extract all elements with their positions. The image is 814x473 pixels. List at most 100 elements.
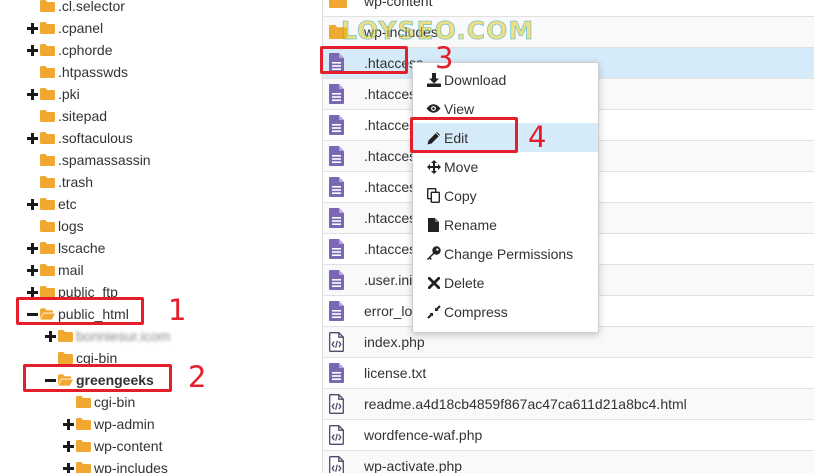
expand-toggle-plus-icon[interactable]: [25, 127, 39, 149]
tree-node[interactable]: lscache: [25, 237, 105, 259]
tree-node-label[interactable]: wp-includes: [94, 457, 168, 473]
tree-node[interactable]: bonniesur.icom: [43, 325, 170, 347]
file-name[interactable]: wp-content: [364, 0, 432, 16]
file-name[interactable]: wp-activate.php: [364, 451, 462, 473]
folder-closed-icon: [40, 0, 55, 17]
folder-closed-icon: [40, 259, 55, 281]
expand-toggle-plus-icon[interactable]: [25, 193, 39, 215]
tree-node[interactable]: .spamassassin: [25, 149, 151, 171]
tree-node[interactable]: .softaculous: [25, 127, 133, 149]
tree-node-label[interactable]: logs: [58, 215, 84, 237]
annotation-number-3: 3: [435, 41, 454, 75]
folder-closed-icon: [40, 215, 55, 237]
menu-item-move[interactable]: Move: [413, 152, 598, 181]
tree-node-label[interactable]: cgi-bin: [94, 391, 135, 413]
annotation-number-4: 4: [528, 120, 547, 154]
tree-node-label[interactable]: mail: [58, 259, 84, 281]
tree-node-label[interactable]: wp-admin: [94, 413, 155, 435]
annotation-box-1: [16, 297, 144, 325]
file-row[interactable]: wordfence-waf.php: [323, 420, 814, 451]
menu-item-label: Change Permissions: [444, 245, 574, 262]
tree-node-label[interactable]: .cpanel: [58, 17, 103, 39]
menu-item-label: Copy: [444, 187, 477, 204]
text-file-icon: [329, 362, 347, 384]
text-file-icon: [329, 145, 347, 167]
menu-item-rename[interactable]: Rename: [413, 210, 598, 239]
annotation-box-2: [23, 364, 172, 392]
tree-node[interactable]: etc: [25, 193, 77, 215]
tree-node-label[interactable]: .spamassassin: [58, 149, 151, 171]
expand-toggle-plus-icon[interactable]: [61, 457, 75, 473]
folder-closed-icon: [40, 83, 55, 105]
folder-closed-icon: [76, 457, 91, 473]
tree-node-label[interactable]: wp-content: [94, 435, 162, 457]
code-file-icon: [329, 424, 347, 446]
menu-item-compress[interactable]: Compress: [413, 297, 598, 326]
expand-toggle-plus-icon[interactable]: [25, 39, 39, 61]
menu-item-label: Compress: [444, 303, 508, 320]
tree-node-label[interactable]: .htpasswds: [58, 61, 128, 83]
file-row[interactable]: wp-activate.php: [323, 451, 814, 473]
expand-toggle-plus-icon[interactable]: [25, 83, 39, 105]
text-file-icon: [329, 269, 347, 291]
tree-node[interactable]: mail: [25, 259, 84, 281]
tree-node[interactable]: .cpanel: [25, 17, 103, 39]
file-name[interactable]: wordfence-waf.php: [364, 420, 482, 450]
menu-item-change-permissions[interactable]: Change Permissions: [413, 239, 598, 268]
tree-node-label[interactable]: bonniesur.icom: [76, 325, 170, 347]
tree-node-label[interactable]: .trash: [58, 171, 93, 193]
tree-node[interactable]: .pki: [25, 83, 80, 105]
annotation-number-1: 1: [168, 293, 187, 327]
text-file-icon: [329, 207, 347, 229]
tree-node-label[interactable]: .cl.selector: [58, 0, 125, 17]
tree-node[interactable]: wp-admin: [61, 413, 155, 435]
tree-node[interactable]: .trash: [25, 171, 93, 193]
tree-node[interactable]: cgi-bin: [61, 391, 135, 413]
tree-node[interactable]: logs: [25, 215, 84, 237]
tree-node-label[interactable]: .softaculous: [58, 127, 133, 149]
tree-node[interactable]: .sitepad: [25, 105, 107, 127]
code-file-icon: [329, 393, 347, 415]
menu-item-delete[interactable]: Delete: [413, 268, 598, 297]
tree-node[interactable]: .htpasswds: [25, 61, 128, 83]
file-row[interactable]: readme.a4d18cb4859f867ac47ca611d21a8bc4.…: [323, 389, 814, 420]
tree-node-label[interactable]: .sitepad: [58, 105, 107, 127]
text-file-icon: [329, 83, 347, 105]
folder-closed-icon: [58, 325, 73, 347]
tree-node[interactable]: .cl.selector: [25, 0, 125, 17]
file-name[interactable]: license.txt: [364, 358, 426, 388]
folder-icon: [329, 0, 347, 12]
folder-closed-icon: [40, 61, 55, 83]
file-name[interactable]: .user.ini: [364, 265, 412, 295]
tree-node-label[interactable]: lscache: [58, 237, 105, 259]
tree-node-label[interactable]: etc: [58, 193, 77, 215]
menu-item-label: Rename: [444, 216, 497, 233]
tree-node[interactable]: wp-content: [61, 435, 162, 457]
file-row[interactable]: wp-content: [323, 0, 814, 17]
tree-node[interactable]: .cphorde: [25, 39, 112, 61]
expand-toggle-plus-icon[interactable]: [25, 17, 39, 39]
file-name[interactable]: readme.a4d18cb4859f867ac47ca611d21a8bc4.…: [364, 389, 687, 419]
key-icon: [426, 246, 441, 262]
text-file-icon: [329, 114, 347, 136]
expand-toggle-plus-icon[interactable]: [61, 413, 75, 435]
folder-closed-icon: [76, 435, 91, 457]
menu-item-label: View: [444, 100, 475, 117]
menu-item-copy[interactable]: Copy: [413, 181, 598, 210]
x-icon: [426, 275, 441, 291]
tree-node-label[interactable]: .cphorde: [58, 39, 112, 61]
context-menu: Download View Edit Move Copy Rename Change Per…: [412, 62, 599, 333]
tree-node[interactable]: wp-includes: [61, 457, 168, 473]
expand-toggle-plus-icon[interactable]: [25, 237, 39, 259]
text-file-icon: [329, 300, 347, 322]
expand-toggle-plus-icon[interactable]: [43, 325, 57, 347]
file-row[interactable]: license.txt: [323, 358, 814, 389]
expand-toggle-plus-icon[interactable]: [25, 259, 39, 281]
expand-toggle-plus-icon[interactable]: [61, 435, 75, 457]
tree-node-label[interactable]: .pki: [58, 83, 80, 105]
